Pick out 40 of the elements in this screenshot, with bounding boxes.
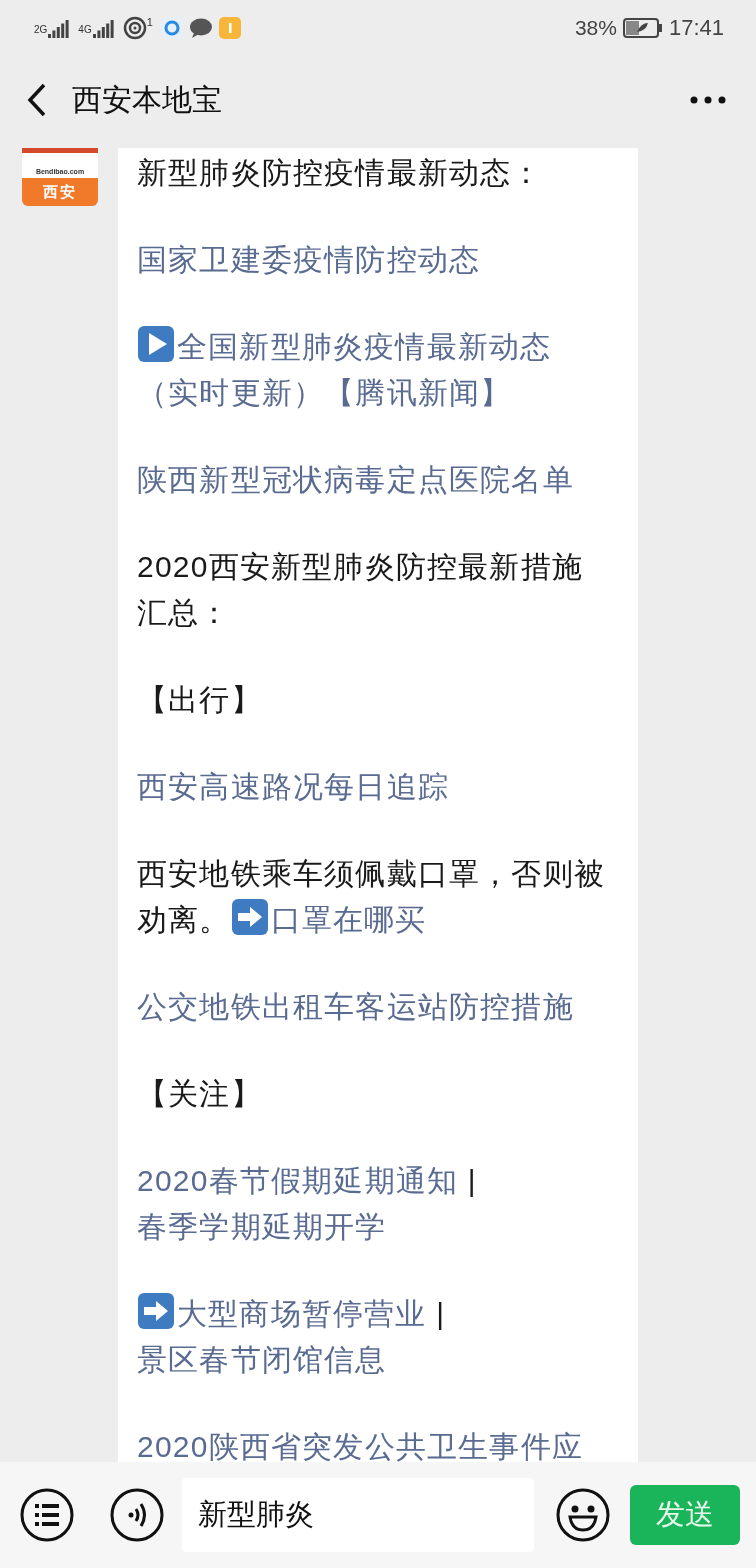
- app-notification-icon: [218, 16, 241, 39]
- article-link[interactable]: 国家卫建委疫情防控动态: [137, 243, 481, 276]
- article-link[interactable]: 景区春节闭馆信息: [137, 1343, 387, 1376]
- message-text: 【出行】: [137, 683, 262, 716]
- message-text: |: [466, 1164, 477, 1197]
- chat-bubble-icon: [188, 16, 213, 39]
- network-label: 2G: [34, 23, 48, 35]
- article-link[interactable]: 陕西新型冠状病毒定点医院名单: [137, 463, 574, 496]
- more-icon[interactable]: [690, 96, 726, 104]
- network-label: 4G: [78, 23, 92, 35]
- message-text: 【关注】: [137, 1077, 262, 1110]
- chat-title: 西安本地宝: [72, 81, 223, 118]
- battery-percent: 38%: [574, 15, 617, 40]
- article-link[interactable]: 口罩在哪买: [270, 903, 427, 936]
- clock-time: 17:41: [668, 14, 724, 41]
- emoji-button[interactable]: [556, 1488, 610, 1542]
- signal-icon: [48, 17, 71, 38]
- battery-icon: [622, 16, 663, 39]
- message-input[interactable]: 新型肺炎: [182, 1478, 534, 1552]
- voice-button[interactable]: [110, 1488, 164, 1542]
- logo-city-text: 西安: [42, 182, 78, 202]
- article-link[interactable]: 2020陕西省突发公共卫生事件应: [137, 1430, 583, 1462]
- play-icon: [137, 325, 175, 363]
- message-text: 西安地铁乘车须佩戴口罩，否则被劝离。 口罩在哪买: [137, 856, 606, 938]
- article-link[interactable]: 2020春节假期延期通知: [137, 1164, 459, 1197]
- menu-button[interactable]: [20, 1488, 74, 1542]
- signal-icon: [92, 17, 115, 38]
- app-notification-icon: [160, 16, 183, 39]
- article-link[interactable]: 西安高速路况每日追踪: [137, 770, 449, 803]
- hotspot-count: 1: [146, 15, 153, 28]
- message-text: |: [435, 1297, 446, 1330]
- back-icon[interactable]: [26, 83, 48, 117]
- article-link[interactable]: 公交地铁出租车客运站防控措施: [137, 990, 574, 1023]
- article-link[interactable]: 全国新型肺炎疫情最新动态: [177, 330, 552, 363]
- hotspot-icon: [122, 15, 147, 40]
- article-link[interactable]: （实时更新）【腾讯新闻】: [137, 376, 512, 409]
- article-link[interactable]: 大型商场暂停营业: [177, 1297, 427, 1330]
- message-text: 新型肺炎防控疫情最新动态：: [137, 156, 543, 189]
- message-text: 2020西安新型肺炎防控最新措施汇总：: [137, 550, 583, 629]
- article-link[interactable]: 春季学期延期开学: [137, 1210, 387, 1243]
